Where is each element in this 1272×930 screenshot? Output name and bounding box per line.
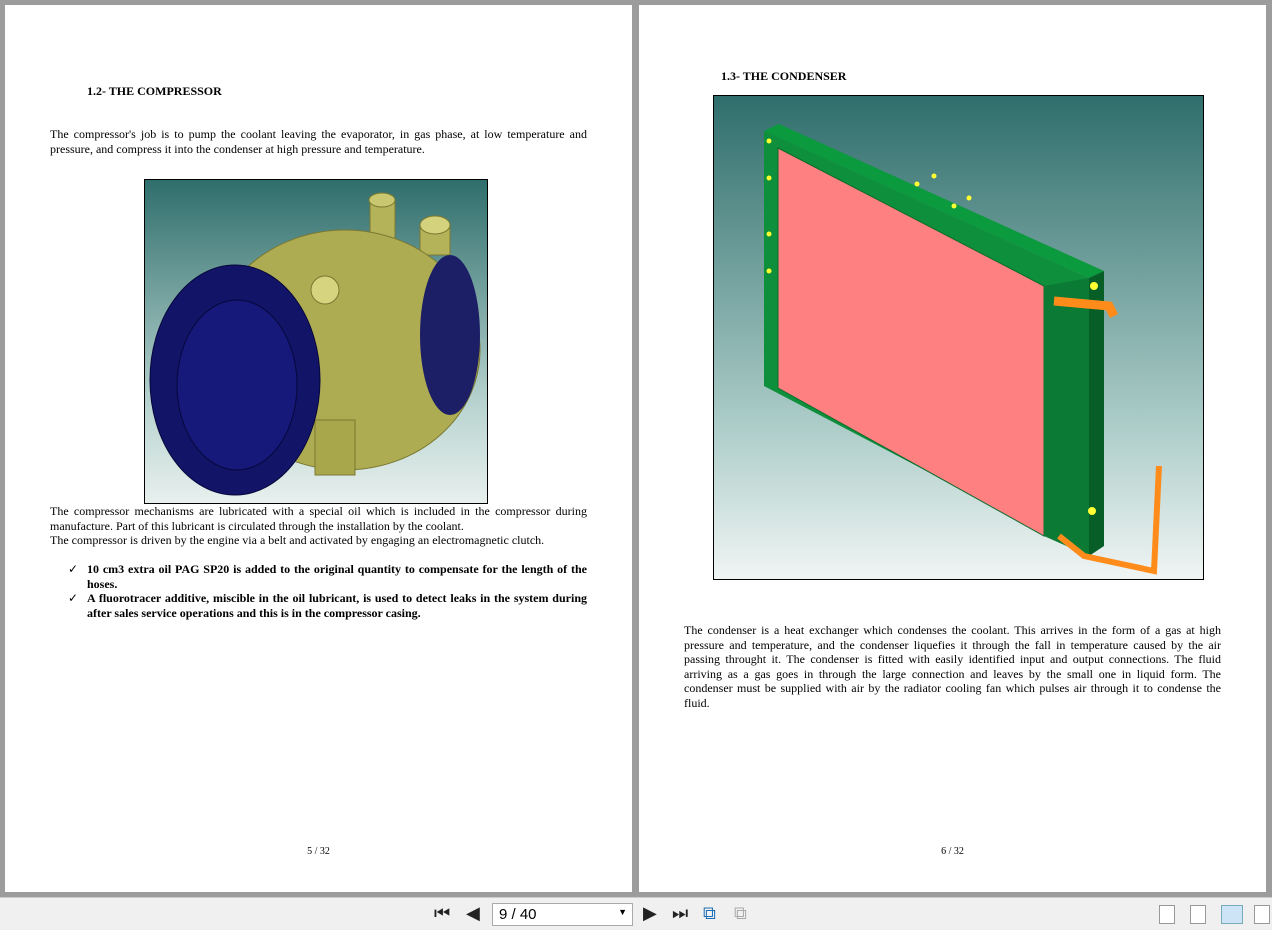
last-page-button[interactable]: ⏭ bbox=[672, 904, 688, 924]
go-forward-icon[interactable]: ⧉ bbox=[734, 904, 747, 924]
page-number: 5 / 32 bbox=[307, 846, 330, 857]
section-heading: 1.2- THE COMPRESSOR bbox=[87, 84, 222, 98]
page-field-value: 9 / 40 bbox=[499, 906, 537, 923]
two-page-view-icon[interactable] bbox=[1221, 905, 1243, 924]
check-icon: ✓ bbox=[68, 591, 79, 605]
condenser-paragraph: The condenser is a heat exchanger which … bbox=[684, 623, 1221, 710]
single-page-view-icon[interactable] bbox=[1159, 905, 1175, 924]
previous-page-button[interactable]: ◀ bbox=[466, 904, 480, 924]
bullet-list: ✓ 10 cm3 extra oil PAG SP20 is added to t… bbox=[50, 562, 587, 620]
go-back-icon[interactable]: ⧉ bbox=[703, 904, 716, 924]
lubrication-paragraph: The compressor mechanisms are lubricated… bbox=[50, 504, 587, 533]
check-icon: ✓ bbox=[68, 562, 79, 576]
page-number: 6 / 32 bbox=[941, 846, 964, 857]
bullet-item: ✓ 10 cm3 extra oil PAG SP20 is added to t… bbox=[50, 562, 587, 591]
first-page-button[interactable]: ⏮ bbox=[434, 904, 450, 924]
pdf-page-5: 1.2- THE COMPRESSOR The compressor's job… bbox=[5, 5, 632, 892]
next-page-button[interactable]: ▶ bbox=[643, 904, 657, 924]
section-heading: 1.3- THE CONDENSER bbox=[721, 69, 847, 83]
bullet-text: A fluorotracer additive, miscible in the… bbox=[87, 591, 587, 620]
condenser-image bbox=[713, 95, 1204, 580]
two-page-continuous-view-icon[interactable] bbox=[1254, 905, 1270, 924]
drive-paragraph: The compressor is driven by the engine v… bbox=[50, 533, 545, 547]
bullet-item: ✓ A fluorotracer additive, miscible in th… bbox=[50, 591, 587, 620]
pdf-page-6: 1.3- THE CONDENSER The condenser is a he… bbox=[639, 5, 1266, 892]
chevron-down-icon: ▼ bbox=[618, 907, 627, 917]
bullet-text: 10 cm3 extra oil PAG SP20 is added to th… bbox=[87, 562, 587, 591]
page-selector[interactable]: 9 / 40 ▼ bbox=[492, 903, 633, 926]
compressor-image bbox=[144, 179, 488, 504]
viewer-toolbar: ⏮ ◀ 9 / 40 ▼ ▶ ⏭ ⧉ ⧉ bbox=[0, 897, 1272, 930]
continuous-view-icon[interactable] bbox=[1190, 905, 1206, 924]
intro-paragraph: The compressor's job is to pump the cool… bbox=[50, 127, 587, 156]
